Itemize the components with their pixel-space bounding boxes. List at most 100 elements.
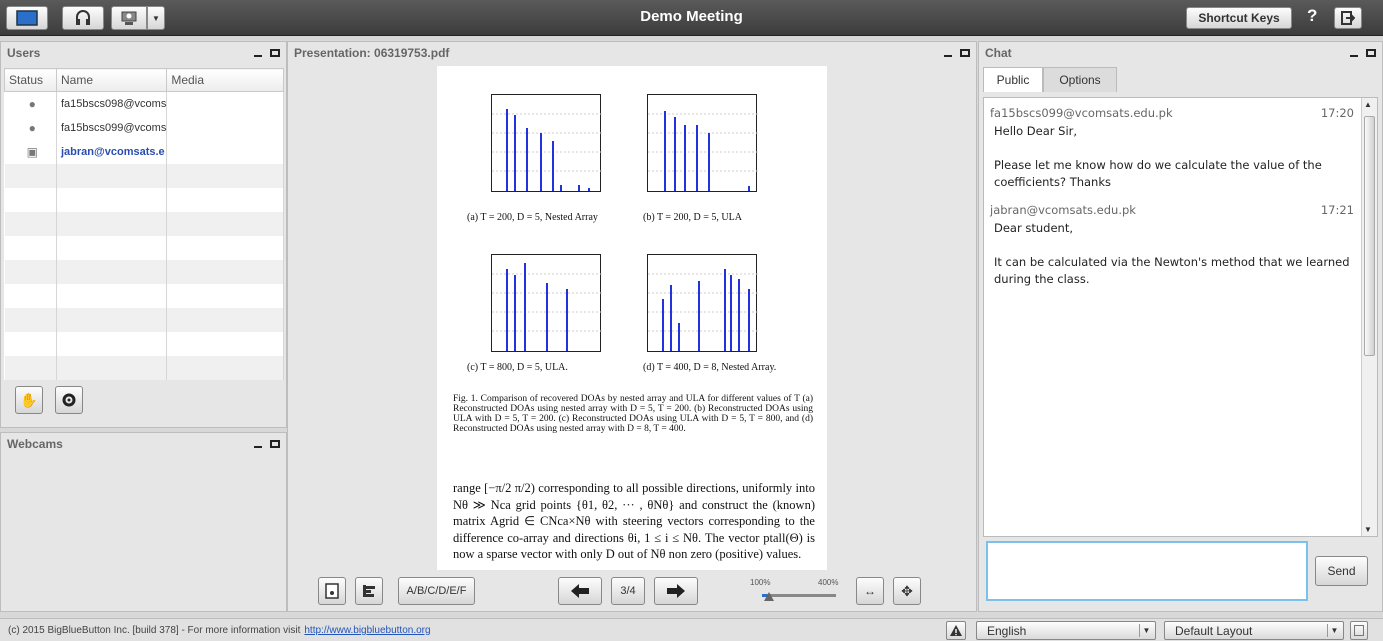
zoom-slider-thumb[interactable] bbox=[764, 592, 775, 601]
column-header-status[interactable]: Status bbox=[4, 68, 57, 92]
chevron-down-icon: ▼ bbox=[1327, 624, 1341, 637]
plot-bar bbox=[730, 275, 732, 351]
column-header-name[interactable]: Name bbox=[55, 68, 168, 92]
warning-icon bbox=[950, 625, 962, 636]
language-select[interactable]: English ▼ bbox=[976, 621, 1156, 640]
shortcut-keys-button[interactable]: Shortcut Keys bbox=[1186, 7, 1292, 29]
message-sender: jabran@vcomsats.edu.pk bbox=[990, 203, 1136, 217]
table-row[interactable]: ● fa15bscs099@vcoms bbox=[4, 115, 284, 140]
desktop-share-button[interactable] bbox=[6, 6, 48, 30]
zoom-slider[interactable] bbox=[762, 592, 836, 601]
caption-c: (c) T = 800, D = 5, ULA. bbox=[467, 362, 568, 373]
webcam-icon bbox=[121, 11, 137, 25]
next-slide-button[interactable] bbox=[654, 577, 698, 605]
help-button[interactable]: ? bbox=[1307, 6, 1317, 26]
plot-bar bbox=[506, 109, 508, 191]
hand-icon: ✋ bbox=[20, 391, 38, 408]
users-table-header: Status Name Media bbox=[4, 68, 284, 92]
plot-bar bbox=[698, 281, 700, 351]
user-name: fa15bscs098@vcoms bbox=[56, 91, 168, 116]
webcam-dropdown-button[interactable]: ▼ bbox=[147, 6, 165, 30]
message-time: 17:20 bbox=[1320, 106, 1354, 120]
plot-bar bbox=[670, 285, 672, 351]
page-number[interactable]: 3/4 bbox=[611, 577, 645, 605]
plot-bar bbox=[514, 275, 516, 351]
plot-bar bbox=[684, 125, 686, 191]
plot-bar bbox=[578, 185, 580, 191]
audio-button[interactable] bbox=[62, 6, 104, 30]
webcams-panel: Webcams bbox=[0, 432, 287, 612]
users-panel-title: Users bbox=[7, 46, 41, 60]
settings-button[interactable] bbox=[55, 386, 83, 414]
warning-button[interactable] bbox=[946, 621, 966, 640]
send-button[interactable]: Send bbox=[1315, 556, 1368, 586]
plot-bar bbox=[514, 115, 516, 191]
chevron-down-icon: ▼ bbox=[152, 13, 160, 23]
layout-select[interactable]: Default Layout ▼ bbox=[1164, 621, 1344, 640]
maximize-icon[interactable] bbox=[1366, 49, 1376, 57]
plot-bar bbox=[526, 128, 528, 191]
previous-slide-button[interactable] bbox=[558, 577, 602, 605]
caption-a: (a) T = 200, D = 5, Nested Array bbox=[467, 212, 598, 223]
minimize-icon[interactable] bbox=[254, 55, 262, 57]
maximize-icon[interactable] bbox=[270, 49, 280, 57]
language-value: English bbox=[987, 623, 1027, 638]
desktop-icon bbox=[16, 10, 38, 26]
upload-icon bbox=[325, 583, 339, 599]
move-icon: ✥ bbox=[901, 582, 913, 599]
maximize-icon[interactable] bbox=[270, 440, 280, 448]
user-name: fa15bscs099@vcoms bbox=[56, 115, 168, 140]
fit-page-button[interactable]: ✥ bbox=[893, 577, 921, 605]
message-time: 17:21 bbox=[1320, 203, 1354, 217]
webcam-button[interactable] bbox=[111, 6, 147, 30]
slide-paragraph: range [−π/2 π/2) corresponding to all po… bbox=[453, 481, 815, 561]
logout-button[interactable] bbox=[1334, 7, 1362, 29]
minimize-icon[interactable] bbox=[1350, 55, 1358, 57]
column-header-media[interactable]: Media bbox=[166, 68, 284, 92]
tab-options[interactable]: Options bbox=[1043, 67, 1117, 92]
message-line bbox=[994, 140, 1360, 157]
raise-hand-button[interactable]: ✋ bbox=[15, 386, 43, 414]
plot-bar bbox=[738, 279, 740, 351]
plot-bar bbox=[678, 323, 680, 351]
scroll-up-icon[interactable]: ▲ bbox=[1364, 100, 1372, 109]
figure-caption: Fig. 1. Comparison of recovered DOAs by … bbox=[453, 394, 813, 434]
plot-bar bbox=[546, 283, 548, 351]
plot-bar bbox=[560, 185, 562, 191]
plot-bar bbox=[566, 289, 568, 351]
chat-scrollbar[interactable]: ▲ ▼ bbox=[1361, 98, 1377, 536]
plot-b bbox=[647, 94, 758, 192]
scroll-down-icon[interactable]: ▼ bbox=[1364, 525, 1372, 534]
message-line bbox=[994, 237, 1360, 254]
minimize-icon[interactable] bbox=[254, 446, 262, 448]
maximize-icon[interactable] bbox=[960, 49, 970, 57]
fit-width-button[interactable]: ↔ bbox=[856, 577, 884, 605]
plot-bar bbox=[748, 289, 750, 351]
plot-bar bbox=[674, 117, 676, 191]
minimize-icon[interactable] bbox=[944, 55, 952, 57]
plot-a bbox=[491, 94, 602, 192]
zoom-min-label: 100% bbox=[750, 578, 771, 587]
top-bar: ▼ Demo Meeting Shortcut Keys ? bbox=[0, 0, 1383, 36]
arrow-right-icon bbox=[667, 584, 685, 598]
plot-bar bbox=[708, 133, 710, 191]
scrollbar-thumb[interactable] bbox=[1364, 116, 1375, 356]
tab-public[interactable]: Public bbox=[983, 67, 1043, 92]
quick-poll-button[interactable]: A/B/C/D/E/F bbox=[398, 577, 475, 605]
chat-input[interactable] bbox=[986, 541, 1308, 601]
plot-bar bbox=[664, 111, 666, 191]
table-row[interactable]: ● fa15bscs098@vcoms bbox=[4, 91, 284, 116]
table-row[interactable]: ▣ jabran@vcomsats.e bbox=[4, 139, 284, 164]
upload-button[interactable] bbox=[318, 577, 346, 605]
plot-bar bbox=[724, 269, 726, 351]
gear-icon bbox=[62, 393, 76, 407]
chevron-down-icon: ▼ bbox=[1139, 624, 1153, 637]
headset-icon bbox=[76, 10, 90, 25]
apply-layout-button[interactable] bbox=[1350, 621, 1368, 640]
users-table: Status Name Media ● fa15bscs098@vcoms ● … bbox=[4, 68, 284, 380]
presentation-slide[interactable]: (a) T = 200, D = 5, Nested Array (b) T =… bbox=[437, 66, 827, 570]
bigbluebutton-link[interactable]: http://www.bigbluebutton.org bbox=[304, 625, 430, 636]
poll-button[interactable] bbox=[355, 577, 383, 605]
users-panel: Users Status Name Media ● fa15bscs098@vc… bbox=[0, 41, 287, 428]
plot-bar bbox=[506, 269, 508, 351]
